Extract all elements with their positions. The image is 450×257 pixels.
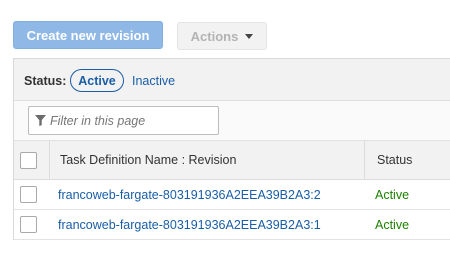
task-definition-link[interactable]: francoweb-fargate-803191936A2EEA39B2A3:1 [58, 218, 321, 232]
table-row: francoweb-fargate-803191936A2EEA39B2A3:2… [14, 180, 450, 210]
column-divider [49, 141, 50, 180]
status-label: Status: [24, 74, 67, 88]
task-definition-link[interactable]: francoweb-fargate-803191936A2EEA39B2A3:2 [58, 188, 321, 202]
table-header: Task Definition Name : Revision Status [14, 141, 450, 180]
filter-box[interactable] [28, 106, 219, 135]
status-value: Active [375, 188, 410, 202]
status-filter-bar: Status: Active Inactive [14, 59, 450, 101]
column-divider [364, 141, 365, 180]
create-new-revision-button[interactable]: Create new revision [13, 21, 163, 49]
status-inactive-link[interactable]: Inactive [132, 74, 175, 88]
row-checkbox[interactable] [20, 186, 37, 203]
status-value: Active [375, 218, 410, 232]
caret-down-icon [245, 33, 254, 39]
status-active-pill[interactable]: Active [70, 69, 124, 92]
select-all-checkbox[interactable] [20, 152, 37, 169]
task-definition-panel: Status: Active Inactive Task Definition … [13, 58, 450, 240]
table-row: francoweb-fargate-803191936A2EEA39B2A3:1… [14, 210, 450, 240]
toolbar: Create new revision Actions [13, 21, 450, 50]
filter-input[interactable] [50, 113, 215, 128]
filter-area [14, 101, 450, 141]
funnel-icon [35, 115, 46, 126]
column-header-status[interactable]: Status [377, 153, 412, 167]
row-checkbox[interactable] [20, 216, 37, 233]
actions-label: Actions [190, 28, 239, 44]
actions-dropdown-button[interactable]: Actions [177, 22, 267, 50]
column-header-name[interactable]: Task Definition Name : Revision [60, 153, 236, 167]
